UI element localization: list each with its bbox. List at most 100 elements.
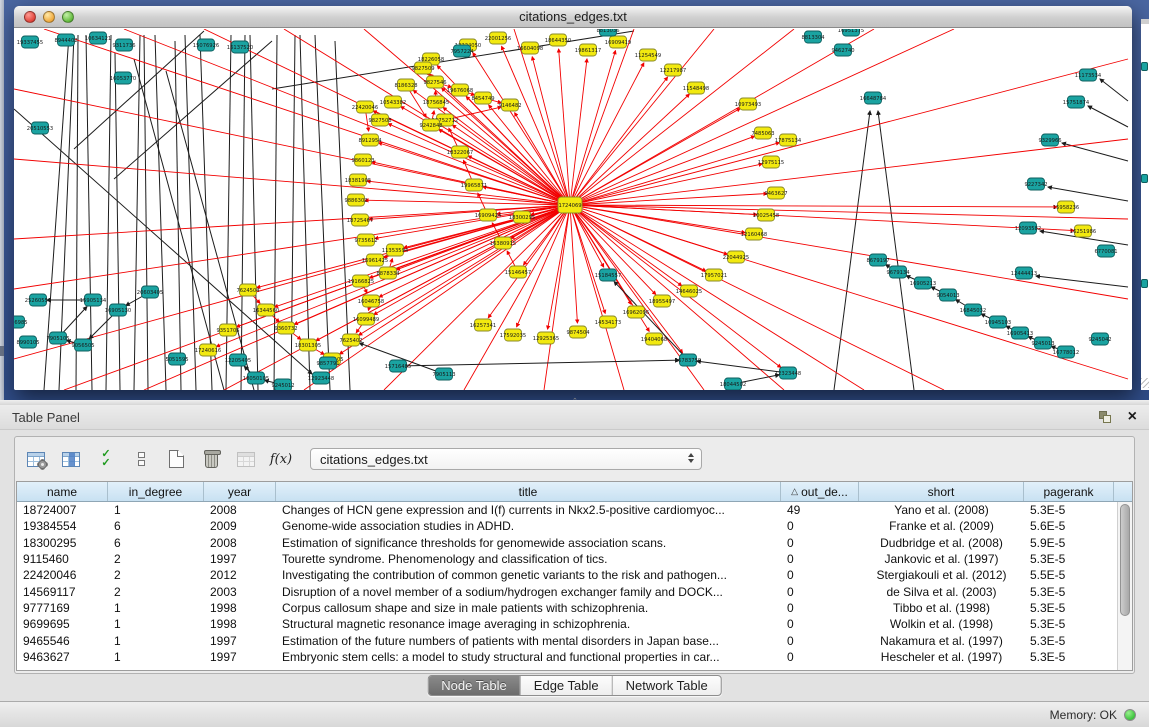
left-splitter-rail[interactable] xyxy=(0,0,4,400)
window-titlebar[interactable]: citations_edges.txt xyxy=(14,6,1132,28)
graph-node[interactable]: 17240616 xyxy=(195,344,221,356)
graph-node[interactable]: 12975115 xyxy=(758,156,784,168)
graph-node[interactable]: 9360732 xyxy=(274,322,297,334)
graph-node[interactable]: 10543382 xyxy=(380,96,406,108)
graph-node[interactable]: 8813036 xyxy=(596,29,619,36)
graph-node[interactable]: 9054013 xyxy=(936,289,959,301)
graph-node[interactable]: 22044925 xyxy=(723,251,749,263)
column-header-in_degree[interactable]: in_degree xyxy=(108,482,204,501)
graph-node[interactable]: 9356985 xyxy=(14,316,28,328)
tab-edge-table[interactable]: Edge Table xyxy=(521,676,613,695)
table-row[interactable]: 1830029562008Estimation of significance … xyxy=(17,535,1117,551)
splitter-collapse-handle[interactable] xyxy=(0,346,4,356)
graph-node[interactable]: 18756845 xyxy=(423,96,449,108)
graph-node[interactable]: 9827508 xyxy=(368,114,391,126)
graph-node[interactable]: 11548498 xyxy=(683,82,709,94)
graph-node[interactable]: 7625402 xyxy=(339,334,362,346)
graph-node[interactable]: 9245013 xyxy=(1031,337,1054,349)
graph-node[interactable]: 14646025 xyxy=(676,285,702,297)
table-row[interactable]: 1456911722003Disruption of a novel membe… xyxy=(17,583,1117,599)
table-row[interactable]: 946554611997Estimation of the future num… xyxy=(17,632,1117,648)
graph-node[interactable]: 12160468 xyxy=(741,228,767,240)
select-columns-button[interactable] xyxy=(59,448,83,470)
graph-node[interactable]: 10634121 xyxy=(85,32,111,44)
column-header-name[interactable]: name xyxy=(17,482,108,501)
graph-node[interactable]: 15716485 xyxy=(385,360,411,372)
graph-node[interactable]: 18050105 xyxy=(243,372,269,384)
graph-node[interactable]: 9827509 xyxy=(411,62,434,74)
new-table-button[interactable] xyxy=(164,448,188,470)
graph-node[interactable]: 15146457 xyxy=(505,266,531,278)
graph-node[interactable]: 7905105 xyxy=(46,332,69,344)
graph-node[interactable]: 9679134 xyxy=(886,266,910,278)
column-settings-button[interactable] xyxy=(24,448,48,470)
graph-node[interactable]: 8912954 xyxy=(358,134,382,146)
graph-node[interactable]: 7485063 xyxy=(751,127,774,139)
graph-node[interactable]: 12093582 xyxy=(1015,222,1041,234)
table-row[interactable]: 911546021997Tourette syndrome. Phenomeno… xyxy=(17,551,1117,567)
graph-node[interactable]: 19861317 xyxy=(575,44,601,56)
deselect-all-button[interactable] xyxy=(129,448,153,470)
graph-node[interactable]: 9056505 xyxy=(71,339,94,351)
tab-node-table[interactable]: Node Table xyxy=(428,676,521,695)
graph-node[interactable]: 7905113 xyxy=(432,368,455,380)
graph-node[interactable]: 11254549 xyxy=(635,49,661,61)
graph-node[interactable]: 1724069 xyxy=(558,197,582,213)
graph-node[interactable]: 16961425 xyxy=(362,254,388,266)
graph-node[interactable]: 9245042 xyxy=(1088,333,1111,345)
graph-node[interactable]: 11173534 xyxy=(1075,69,1102,81)
graph-node[interactable]: 8944402 xyxy=(54,34,77,46)
graph-node[interactable]: 9874504 xyxy=(566,326,590,338)
graph-node[interactable]: 9827546 xyxy=(423,76,446,88)
network-canvas[interactable]: 1724069182260589827509818632810543382982… xyxy=(14,29,1132,390)
graph-node[interactable]: 18044502 xyxy=(720,378,746,390)
graph-node[interactable]: 15751874 xyxy=(1063,96,1090,108)
graph-node[interactable]: 15905134 xyxy=(80,294,107,306)
scrollbar-thumb[interactable] xyxy=(1120,504,1130,616)
delete-rows-button[interactable] xyxy=(199,448,223,470)
table-row[interactable]: 1872400712008Changes of HCN gene express… xyxy=(17,502,1117,518)
graph-node[interactable]: 15958236 xyxy=(1053,201,1079,213)
graph-node[interactable]: 16257341 xyxy=(470,319,496,331)
graph-node[interactable]: 8813304 xyxy=(801,31,825,43)
graph-node[interactable]: 22001256 xyxy=(485,32,511,44)
table-scrollbar[interactable] xyxy=(1117,502,1132,670)
graph-node[interactable]: 9462740 xyxy=(831,44,854,56)
graph-node[interactable]: 20603405 xyxy=(137,286,163,298)
graph-node[interactable]: 8186328 xyxy=(394,79,417,91)
graph-node[interactable]: 9329966 xyxy=(1038,134,1061,146)
graph-node[interactable]: 17592035 xyxy=(500,329,526,341)
graph-node[interactable]: 12925365 xyxy=(533,332,559,344)
graph-node[interactable]: 9857791 xyxy=(316,357,339,369)
graph-node[interactable]: 16909419 xyxy=(605,36,631,48)
graph-node[interactable]: 16604098 xyxy=(517,42,543,54)
function-builder-button[interactable]: f(x) xyxy=(269,448,293,470)
table-row[interactable]: 969969511998Structural magnetic resonanc… xyxy=(17,616,1117,632)
graph-node[interactable]: 16648784 xyxy=(860,92,887,104)
graph-node[interactable]: 16053770 xyxy=(110,72,136,84)
graph-node[interactable]: 16951375 xyxy=(838,29,864,36)
close-panel-icon[interactable]: × xyxy=(1128,410,1137,424)
graph-node[interactable]: 16962096 xyxy=(623,306,649,318)
graph-node[interactable]: 16099489 xyxy=(353,313,379,325)
column-header-short[interactable]: short xyxy=(859,482,1024,501)
graph-node[interactable]: 7624504 xyxy=(236,284,260,296)
delete-table-button[interactable] xyxy=(234,448,258,470)
graph-node[interactable]: 14534173 xyxy=(595,316,621,328)
graph-node[interactable]: 9886302 xyxy=(344,194,367,206)
graph-node[interactable]: 5051595 xyxy=(165,353,188,365)
graph-node[interactable]: 18381905 xyxy=(345,174,371,186)
graph-node[interactable]: 10025458 xyxy=(753,209,779,221)
graph-node[interactable]: 19965871 xyxy=(461,179,487,191)
graph-node[interactable]: 11353594 xyxy=(382,244,409,256)
table-row[interactable]: 977716911998Corpus callosum shape and si… xyxy=(17,600,1117,616)
table-selector-dropdown[interactable]: citations_edges.txt xyxy=(310,448,702,470)
graph-node[interactable]: 16905130 xyxy=(105,304,131,316)
graph-node[interactable]: 9245012 xyxy=(271,379,294,390)
graph-node[interactable]: 9860123 xyxy=(351,154,374,166)
table-row[interactable]: 946362711997Embryonic stem cells: a mode… xyxy=(17,649,1117,665)
column-header-out_de[interactable]: △out_de... xyxy=(781,482,859,501)
table-row[interactable]: 2242004622012Investigating the contribut… xyxy=(17,567,1117,583)
column-header-year[interactable]: year xyxy=(204,482,276,501)
graph-node[interactable]: 9463627 xyxy=(764,187,787,199)
